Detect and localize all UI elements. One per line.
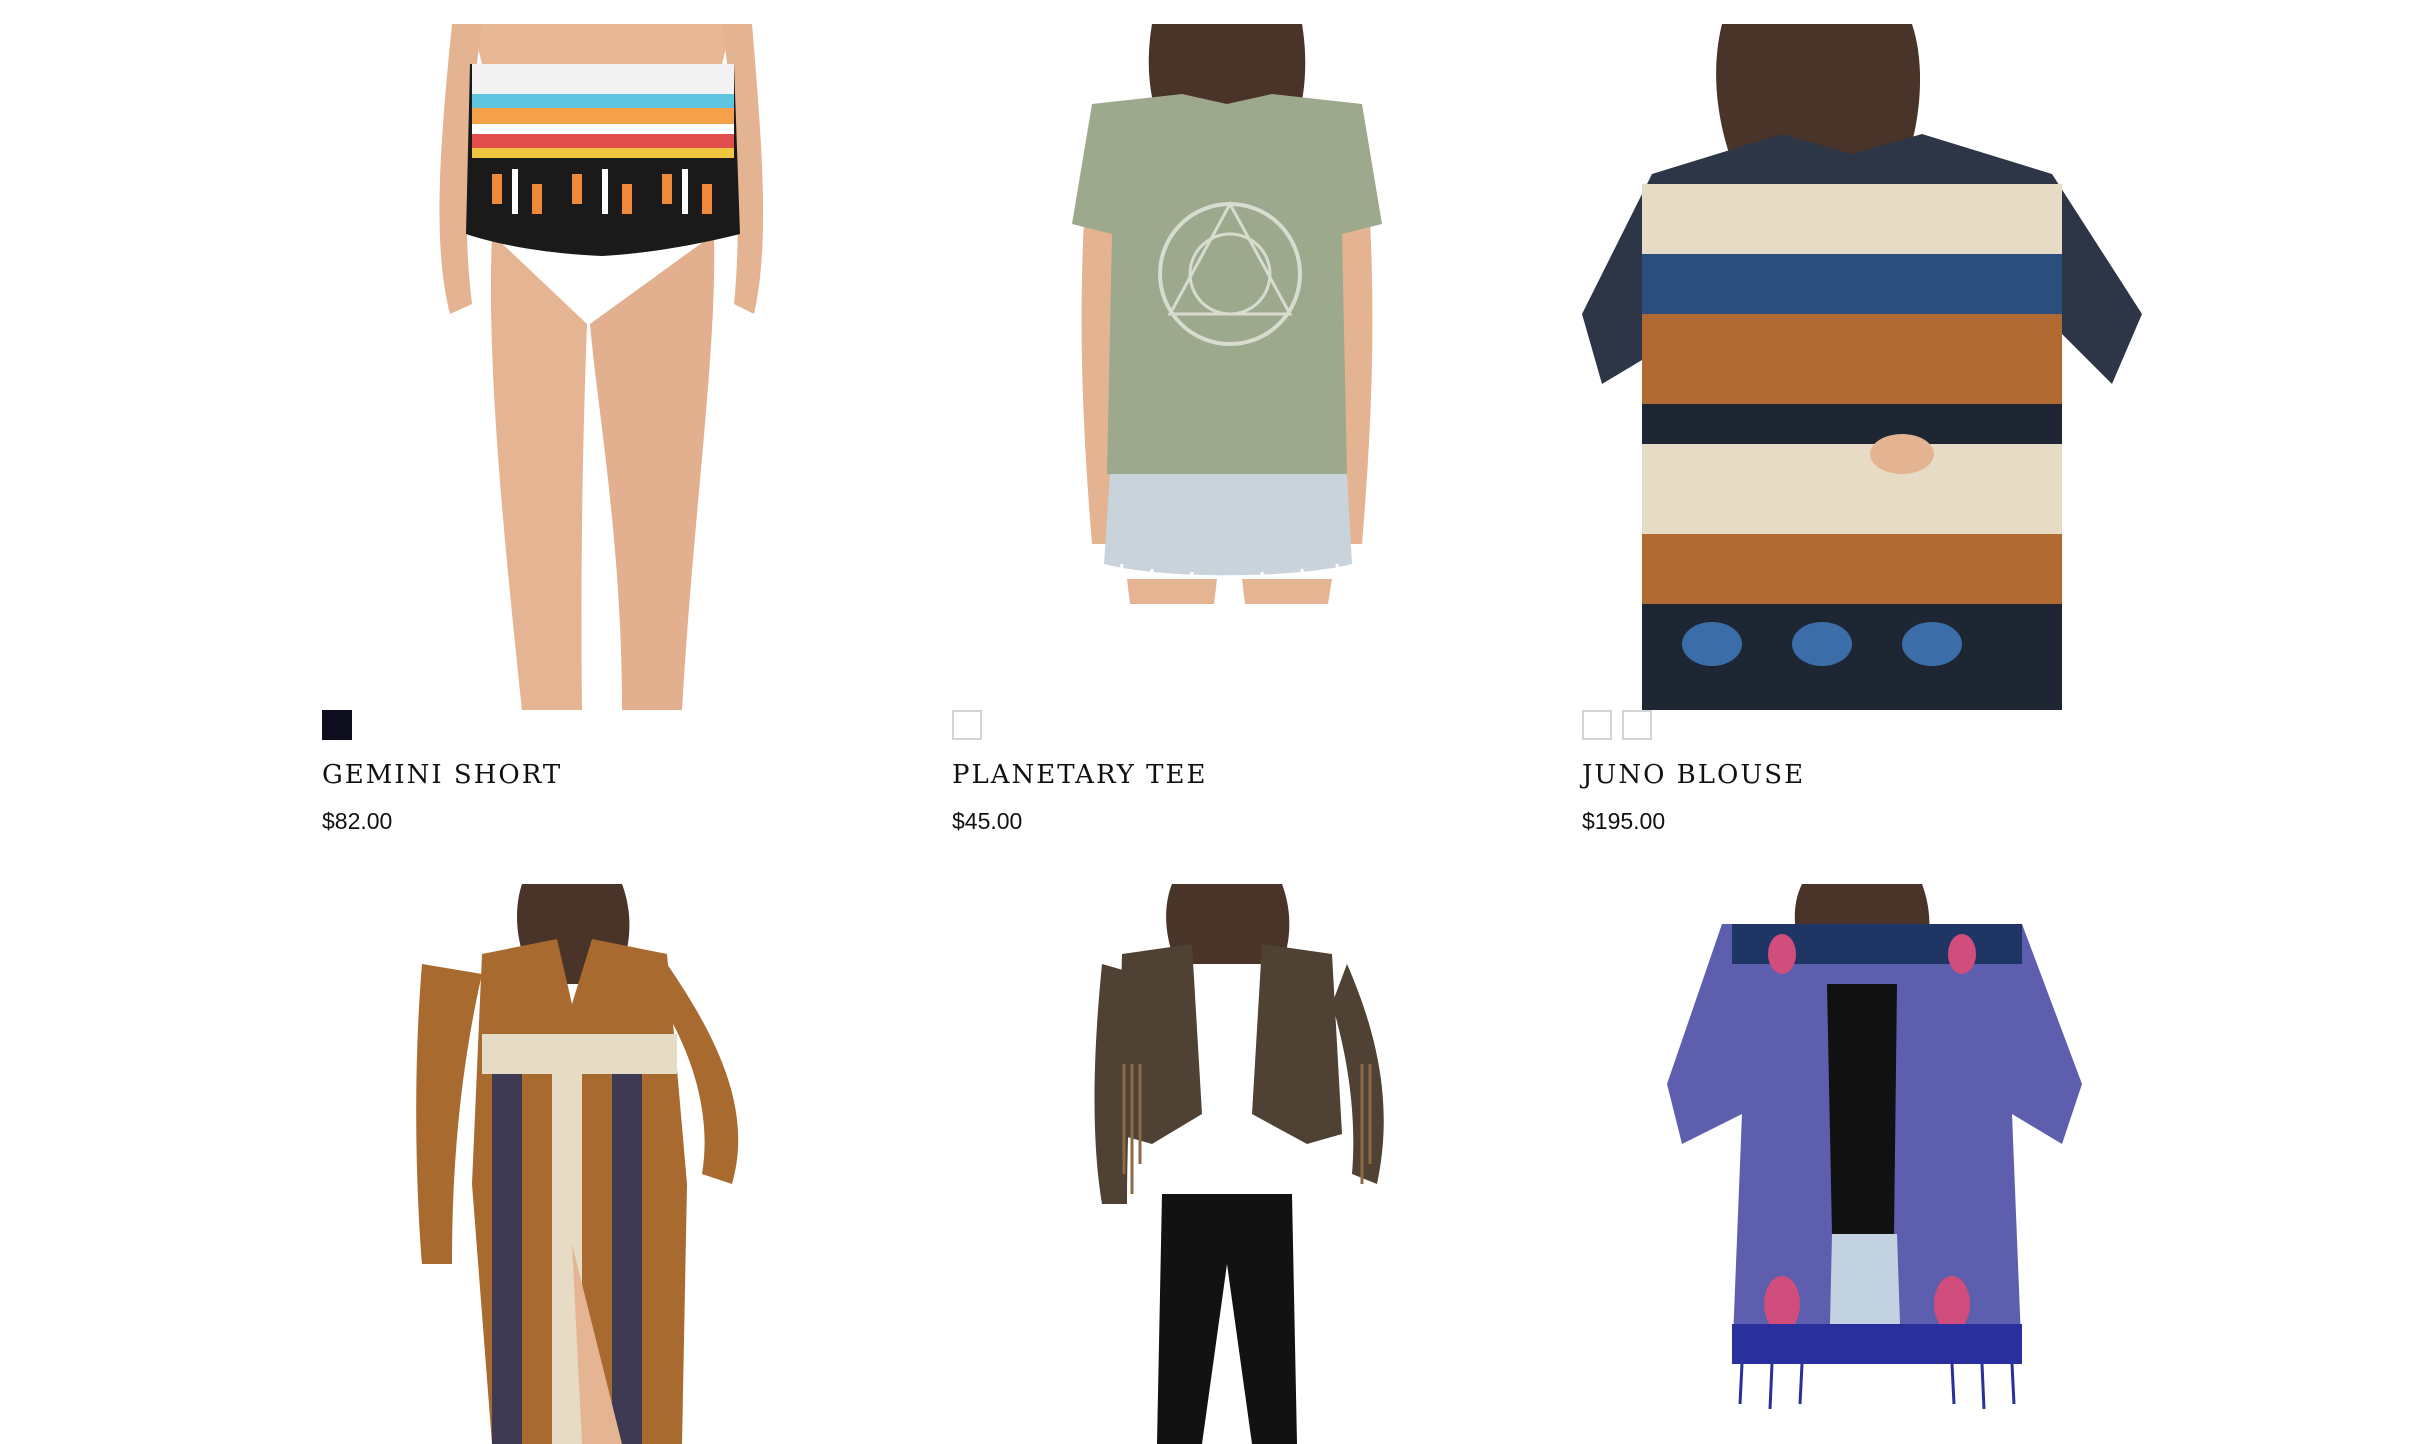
product-image-juno-blouse[interactable] [1582, 24, 2172, 710]
product-grid: GEMINI SHORT $82.00 PLANETARY TEE $45.00… [0, 0, 2430, 1444]
color-swatches [322, 710, 352, 740]
color-swatches [952, 710, 982, 740]
product-price: $82.00 [322, 808, 393, 834]
color-swatches [1582, 710, 1652, 740]
color-swatch-navy[interactable] [322, 710, 352, 740]
product-image-planetary-tee[interactable] [952, 24, 1542, 710]
product-name[interactable]: JUNO BLOUSE [1582, 760, 1805, 790]
color-swatch-white-1[interactable] [1582, 710, 1612, 740]
product-image-fringe-jacket[interactable] [952, 884, 1542, 1444]
product-name[interactable]: PLANETARY TEE [952, 760, 1207, 790]
product-image-kimono[interactable] [1582, 884, 2172, 1444]
product-image-dress[interactable] [322, 884, 912, 1444]
color-swatch-white-2[interactable] [1622, 710, 1652, 740]
product-price: $45.00 [952, 808, 1023, 834]
product-image-gemini-short[interactable] [322, 24, 912, 710]
product-price: $195.00 [1582, 808, 1666, 834]
product-name[interactable]: GEMINI SHORT [322, 760, 562, 790]
color-swatch-white[interactable] [952, 710, 982, 740]
